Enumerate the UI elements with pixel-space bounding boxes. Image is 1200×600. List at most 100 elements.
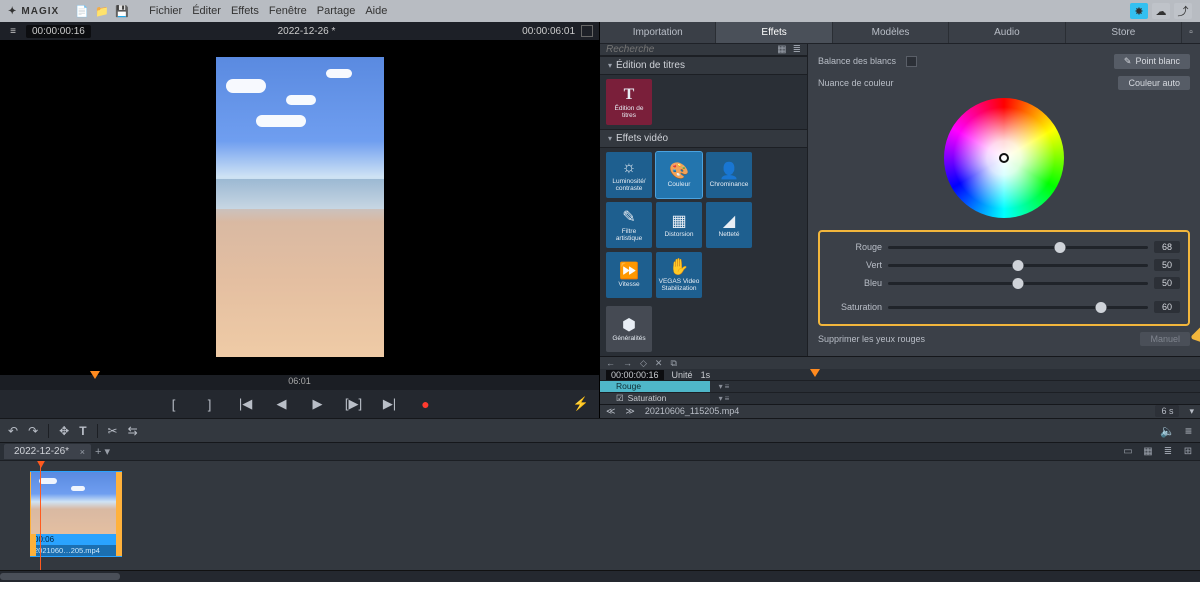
kf-track-red[interactable]: Rouge <box>600 381 710 392</box>
kf-unit-value[interactable]: 1s <box>701 370 711 380</box>
redo-button[interactable]: ↷ <box>28 424 38 438</box>
view-grid-icon[interactable]: ▦ <box>777 44 786 55</box>
preview-scrub-bar[interactable]: 06:01 <box>0 374 599 390</box>
tile-title-editor[interactable]: T Édition de titres <box>606 79 652 125</box>
slider-saturation[interactable] <box>888 306 1148 309</box>
menu-file[interactable]: Fichier <box>149 5 182 17</box>
preview-timecode-current[interactable]: 00:00:00:16 <box>26 25 91 38</box>
auto-color-button[interactable]: Couleur auto <box>1118 76 1190 90</box>
clip-trim-right[interactable] <box>116 472 122 556</box>
play-button[interactable]: ▶ <box>308 396 328 412</box>
go-start-button[interactable]: |◀ <box>236 396 256 412</box>
record-button[interactable]: ● <box>416 396 436 412</box>
menu-edit[interactable]: Éditer <box>192 5 221 17</box>
add-project-tab[interactable]: + ▾ <box>95 445 110 458</box>
cloud-icon[interactable]: ☁ <box>1152 3 1170 19</box>
section-titles[interactable]: Édition de titres <box>600 56 807 75</box>
tool-title-icon[interactable]: T <box>79 424 86 438</box>
tile-color[interactable]: 🎨 Couleur <box>656 152 702 198</box>
preview-maximize-icon[interactable] <box>581 25 593 37</box>
text-icon: T <box>624 85 635 105</box>
timeline-scroll-thumb[interactable] <box>0 573 120 580</box>
slider-value-saturation[interactable]: 60 <box>1154 301 1180 313</box>
open-file-icon[interactable]: 📁 <box>95 4 109 18</box>
kf-prev-icon[interactable]: ← <box>606 358 615 368</box>
slider-green[interactable] <box>888 264 1148 267</box>
undo-button[interactable]: ↶ <box>8 424 18 438</box>
play-range-button[interactable]: [▶] <box>344 396 364 412</box>
mute-icon[interactable]: 🔈 <box>1160 424 1175 438</box>
menu-effects[interactable]: Effets <box>231 5 259 17</box>
tile-art-filter[interactable]: ✎ Filtre artistique <box>606 202 652 248</box>
kf-copy-icon[interactable]: ⧉ <box>670 358 676 369</box>
menu-share[interactable]: Partage <box>317 5 356 17</box>
effects-search-input[interactable] <box>606 44 777 55</box>
save-file-icon[interactable]: 💾 <box>115 4 129 18</box>
export-icon[interactable]: ⤴ <box>1174 3 1192 19</box>
tile-distortion[interactable]: ▦ Distorsion <box>656 202 702 248</box>
timeline-view-multicam-icon[interactable]: ⊞ <box>1180 446 1196 457</box>
slider-value-red[interactable]: 68 <box>1154 241 1180 253</box>
view-list-icon[interactable]: ≣ <box>793 44 801 55</box>
preview-viewport[interactable] <box>0 40 599 374</box>
timeline-playhead-icon[interactable] <box>36 460 46 468</box>
white-balance-checkbox[interactable] <box>906 56 917 67</box>
go-end-button[interactable]: ▶| <box>380 396 400 412</box>
kf-delete-icon[interactable]: ✕ <box>655 358 663 369</box>
kf-next-clip-icon[interactable]: ≫ <box>625 406 634 417</box>
kf-prev-clip-icon[interactable]: ≪ <box>606 406 615 417</box>
color-wheel[interactable] <box>944 98 1064 218</box>
slider-value-green[interactable]: 50 <box>1154 259 1180 271</box>
tile-speed[interactable]: ⏩ Vitesse <box>606 252 652 298</box>
effects-browser: ▦ ≣ Édition de titres T Édition de titre… <box>600 44 808 356</box>
tool-pointer-icon[interactable]: ✥ <box>59 424 69 438</box>
timeline-view-scene-icon[interactable]: ▦ <box>1140 446 1156 457</box>
section-video-fx[interactable]: Effets vidéo <box>600 129 807 148</box>
kf-timecode[interactable]: 00:00:00:16 <box>606 370 664 380</box>
kf-zoom-value[interactable]: 6 s <box>1155 405 1179 417</box>
tab-templates[interactable]: Modèles <box>833 22 949 43</box>
new-file-icon[interactable]: 📄 <box>75 4 89 18</box>
slider-red[interactable] <box>888 246 1148 249</box>
slider-value-blue[interactable]: 50 <box>1154 277 1180 289</box>
assistant-icon[interactable]: ✸ <box>1130 3 1148 19</box>
tab-audio[interactable]: Audio <box>949 22 1065 43</box>
slider-blue[interactable] <box>888 282 1148 285</box>
tile-sharpness[interactable]: ◢ Netteté <box>706 202 752 248</box>
tile-stabilization[interactable]: ✋ VEGAS Video Stabilization <box>656 252 702 298</box>
panel-detach-icon[interactable]: ▫ <box>1182 22 1200 43</box>
kf-zoom-menu-icon[interactable]: ▾ <box>1189 406 1194 417</box>
tab-effects[interactable]: Effets <box>716 22 832 43</box>
timeline-clip[interactable]: ⚡ 00:06 2021060…205.mp4 <box>30 471 122 557</box>
tool-cut-icon[interactable]: ✂ <box>108 424 118 438</box>
preview-menu-icon[interactable]: ≡ <box>6 26 20 37</box>
timeline-scrollbar[interactable] <box>0 570 1200 582</box>
step-back-button[interactable]: ◀ <box>272 396 292 412</box>
redeye-manual-button[interactable]: Manuel <box>1140 332 1190 346</box>
proxy-icon[interactable]: ⚡ <box>573 396 589 412</box>
tile-brightness[interactable]: ☼ Luminosité/ contraste <box>606 152 652 198</box>
tool-group-icon[interactable]: ⇆ <box>128 424 138 438</box>
tab-import[interactable]: Importation <box>600 22 716 43</box>
kf-playhead-icon[interactable] <box>810 369 820 377</box>
kf-next-icon[interactable]: → <box>623 358 632 368</box>
mark-out-button[interactable]: ] <box>200 397 220 412</box>
color-wheel-handle[interactable] <box>999 153 1009 163</box>
preview-panel: ≡ 00:00:00:16 2022-12-26 * 00:00:06:01 0… <box>0 22 600 418</box>
menu-help[interactable]: Aide <box>365 5 387 17</box>
white-point-button[interactable]: ✎ Point blanc <box>1114 54 1190 69</box>
kf-add-icon[interactable]: ◇ <box>640 358 647 369</box>
timeline-view-tracks-icon[interactable]: ≣ <box>1160 446 1176 457</box>
menu-window[interactable]: Fenêtre <box>269 5 307 17</box>
timeline-view-storyboard-icon[interactable]: ▭ <box>1120 446 1136 457</box>
mark-in-button[interactable]: [ <box>164 397 184 412</box>
project-tab-active[interactable]: 2022-12-26* × <box>4 444 91 459</box>
tab-store[interactable]: Store <box>1066 22 1182 43</box>
tile-chroma[interactable]: 👤 Chrominance <box>706 152 752 198</box>
close-tab-icon[interactable]: × <box>80 447 85 457</box>
timeline[interactable]: ⚡ 00:06 2021060…205.mp4 <box>0 460 1200 570</box>
preview-playhead-icon[interactable] <box>90 371 100 379</box>
tile-general[interactable]: ⬢ Généralités <box>606 306 652 352</box>
kf-track-saturation[interactable]: ☑Saturation <box>600 393 710 404</box>
mixer-icon[interactable]: ≡ <box>1185 424 1192 438</box>
